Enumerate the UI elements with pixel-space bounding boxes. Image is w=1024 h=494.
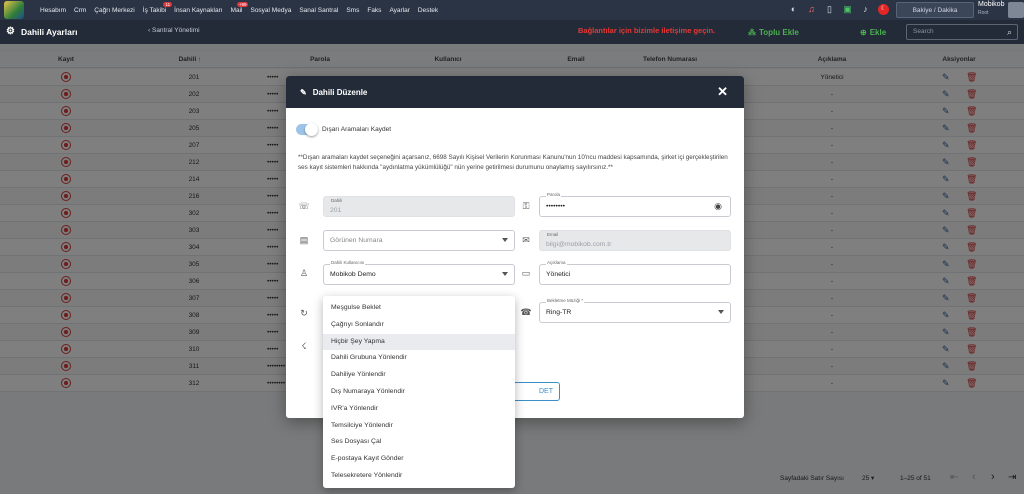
top-navbar: Hesabım Crm Çağrı Merkezi İş Takibi 11 İn… [0,0,1024,20]
user-name: Mobikob [978,1,1005,8]
settings-page-icon: ⚙ [6,26,15,37]
bell-icon[interactable]: ♪ [860,4,871,15]
page-title: Dahili Ayarları [20,26,78,37]
nav-item-faks[interactable]: Faks [363,7,385,14]
dropdown-option[interactable]: Ses Dosyası Çal [323,434,515,451]
nav-item-insan-kaynaklari[interactable]: İnsan Kaynakları [170,7,226,14]
dropdown-option[interactable]: Meşgulse Beklet [323,300,515,317]
eye-off-icon[interactable]: ◉ [714,201,722,212]
caret-down-icon [502,238,508,242]
record-outgoing-label: Dışarı Aramaları Kaydet [322,126,391,133]
breadcrumb-label: Santral Yönetimi [151,27,200,34]
password-field[interactable]: Parola •••••••• ◉ [539,192,731,217]
caret-down-icon [502,272,508,276]
add-icon: ⊕ [860,27,867,37]
caret-down-icon [718,310,724,314]
close-icon[interactable]: ✕ [717,84,728,100]
app-logo[interactable] [4,1,24,19]
person-icon: ♙ [299,268,309,278]
phone-icon: ☏ [298,201,310,211]
headset-icon[interactable]: ◐ [788,4,799,15]
nav-item-sosyal-medya[interactable]: Sosyal Medya [246,7,295,14]
user-menu[interactable]: Mobikob Root [978,1,1004,17]
description-field[interactable]: Açıklama Yönetici [539,260,731,285]
dialog-header: ✎ Dahili Düzenle ✕ [286,76,744,108]
description-value: Yönetici [546,271,571,278]
extension-label: Dahili [331,198,343,203]
briefcase-icon[interactable]: ▣ [842,4,853,15]
nav-item-label: İş Takibi [142,6,167,14]
dropdown-option[interactable]: Temsilciye Yönlendir [323,418,515,435]
people-add-icon: ⁂ [748,27,756,37]
nav-item-mail[interactable]: Mail +99 [227,1,249,14]
add-button[interactable]: ⊕ Ekle [860,24,886,40]
display-number-placeholder: Görünen Numara [330,237,383,244]
nav-item-cagri-merkezi[interactable]: Çağrı Merkezi [90,7,138,14]
dropdown-option[interactable]: Dahiliye Yönlendir [323,367,515,384]
dialog-title: Dahili Düzenle [312,87,368,97]
search-input[interactable]: Search ⌕ [906,24,1018,40]
nav-item-sms[interactable]: Sms [342,7,363,14]
navbar-icons: ◐ ♫ ▯ ▣ ♪ ☾ [788,4,889,15]
key-icon: ⚿ [522,201,530,211]
dropdown-option-selected[interactable]: Hiçbir Şey Yapma [323,333,515,351]
no-answer-action-dropdown: Meşgulse Beklet Çağrıyı Sonlandır Hiçbir… [323,296,515,488]
password-label: Parola [546,192,562,197]
dropdown-option[interactable]: IVR'a Yönlendir [323,401,515,418]
email-field: Email bilgi@mobikob.com.tr [539,230,731,251]
caller-id-icon: ▤ [299,235,309,245]
bulk-add-label: Toplu Ekle [759,27,799,37]
email-value: bilgi@mobikob.com.tr [546,241,612,248]
nav-item-ayarlar[interactable]: Ayarlar [385,7,413,14]
user-role: Root [978,10,989,16]
add-label: Ekle [869,27,887,37]
dropdown-option[interactable]: Dahili Grubuna Yönlendir [323,350,515,367]
search-placeholder: Search [913,28,934,35]
missed-call-icon: ☇ [301,341,307,351]
document-icon[interactable]: ▯ [824,4,835,15]
turkey-flag-icon[interactable]: ☾ [878,4,889,15]
dropdown-option[interactable]: Telesekretere Yönlendir [323,468,515,485]
page-title-group: ⚙ Dahili Ayarları [6,26,78,37]
dropdown-option[interactable]: E-postaya Kayıt Gönder [323,451,515,468]
password-value: •••••••• [546,203,566,210]
nav-item-destek[interactable]: Destek [414,7,442,14]
extension-user-label: Dahili Kullanıcısı [330,260,366,265]
bulk-add-button[interactable]: ⁂ Toplu Ekle [748,24,799,40]
edit-icon: ✎ [300,87,307,97]
contact-banner[interactable]: Bağlantılar için bizimle iletişime geçin… [578,26,715,35]
nav-item-sanal-santral[interactable]: Sanal Santral [295,7,342,14]
page-header: ⚙ Dahili Ayarları ‹ Santral Yönetimi Bağ… [0,20,1024,44]
avatar[interactable] [1008,2,1024,18]
dropdown-option[interactable]: Dış Numaraya Yönlendir [323,384,515,401]
record-outgoing-toggle[interactable] [296,123,318,136]
email-label: Email [547,232,559,237]
balance-button[interactable]: Bakiye / Dakika [896,2,974,18]
mail-icon: ✉ [522,235,530,245]
music-note-icon[interactable]: ♫ [806,4,817,15]
dropdown-option[interactable]: Çağrıyı Sonlandır [323,317,515,334]
hold-music-label: Bekletme Müziği * [546,298,585,303]
search-icon: ⌕ [1006,27,1012,37]
nav-item-crm[interactable]: Crm [70,7,90,14]
hold-music-select[interactable]: Bekletme Müziği * Ring-TR [539,298,731,323]
hold-music-value: Ring-TR [546,309,572,316]
nav-item-hesabim[interactable]: Hesabım [36,7,70,14]
main-menu: Hesabım Crm Çağrı Merkezi İş Takibi 11 İn… [36,1,442,14]
note-icon: ▭ [521,268,531,278]
kvkk-notice: **Dışarı aramaları kaydet seçeneğini aça… [298,154,728,171]
extension-user-value: Mobikob Demo [330,271,376,278]
extension-value: 201 [330,207,342,214]
history-icon: ↻ [300,308,308,318]
save-button[interactable]: DET [508,382,560,401]
breadcrumb[interactable]: ‹ Santral Yönetimi [148,27,200,34]
nav-item-is-takibi[interactable]: İş Takibi 11 [139,1,173,14]
extension-field: Dahili 201 [323,196,515,217]
display-number-select[interactable]: Görünen Numara [323,230,515,251]
nav-item-label: Mail [230,6,243,14]
extension-user-select[interactable]: Dahili Kullanıcısı Mobikob Demo [323,260,515,285]
phone-forward-icon: ☎ [520,307,532,317]
description-label: Açıklama [546,260,567,265]
